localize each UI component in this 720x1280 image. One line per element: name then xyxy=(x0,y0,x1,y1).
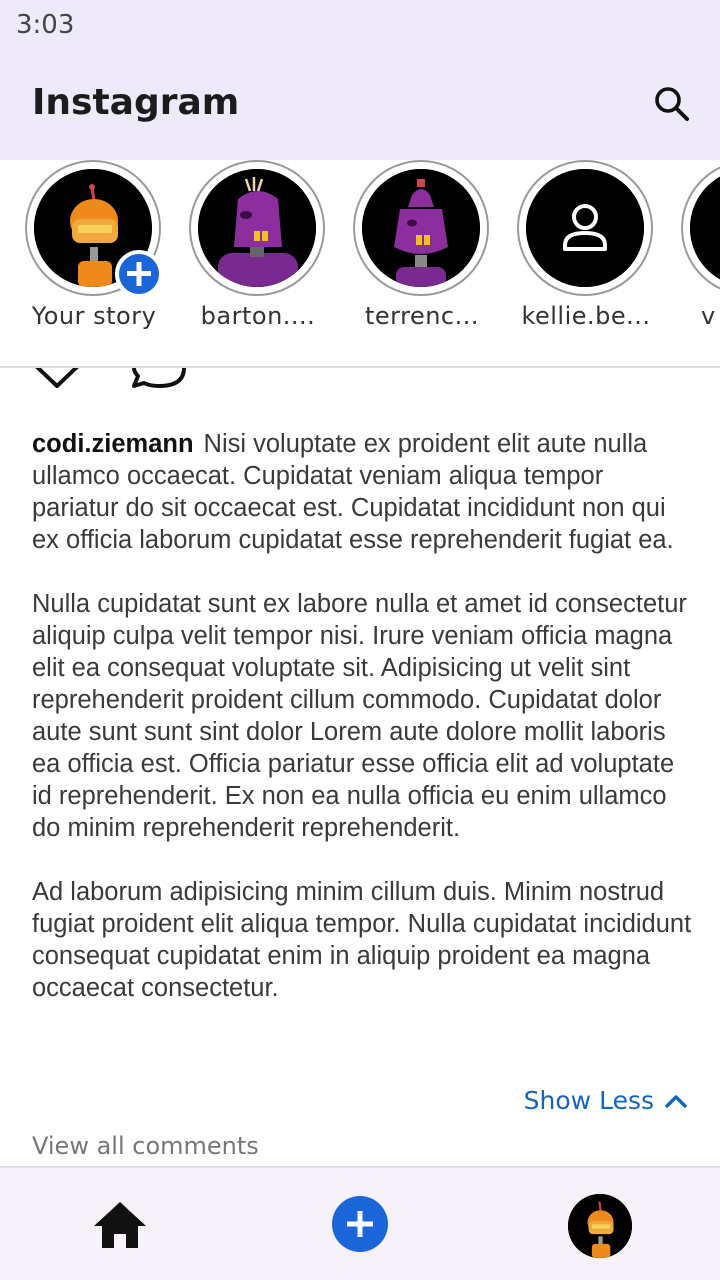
view-all-comments-link[interactable]: View all comments xyxy=(32,1132,259,1160)
post-username[interactable]: codi.ziemann xyxy=(32,430,194,458)
heart-icon[interactable] xyxy=(30,368,84,390)
story-avatar xyxy=(198,169,316,287)
chevron-up-icon xyxy=(665,1094,687,1108)
story-label: Your story xyxy=(31,302,157,330)
post-caption: codi.ziemann Nisi voluptate ex proident e… xyxy=(32,428,692,1036)
status-bar: 3:03 xyxy=(0,0,720,52)
home-icon[interactable] xyxy=(90,1198,150,1252)
person-icon xyxy=(526,169,644,287)
add-post-button[interactable] xyxy=(332,1196,388,1252)
add-icon xyxy=(347,1211,373,1237)
bottom-nav xyxy=(0,1166,720,1280)
show-less-button[interactable]: Show Less xyxy=(524,1086,688,1115)
search-icon[interactable] xyxy=(652,84,692,124)
add-story-badge[interactable] xyxy=(115,250,163,298)
like-count: 1 xyxy=(94,368,106,370)
show-less-label: Show Less xyxy=(523,1086,654,1115)
caption-paragraph: codi.ziemann Nisi voluptate ex proident e… xyxy=(32,428,692,556)
status-time: 3:03 xyxy=(16,10,75,40)
caption-paragraph: Ad laborum adipisicing minim cillum duis… xyxy=(32,878,692,1002)
story-label: terrenc... xyxy=(364,302,480,330)
story-label: v xyxy=(701,302,716,330)
caption-paragraph: Nulla cupidatat sunt ex labore nulla et … xyxy=(32,590,687,842)
stories-row: Your story barton.... terrenc... kellie.… xyxy=(0,160,720,366)
story-label: barton.... xyxy=(200,302,316,330)
profile-avatar[interactable] xyxy=(568,1194,632,1258)
post-actions: 1 xyxy=(30,368,230,388)
app-title: Instagram xyxy=(32,82,240,123)
story-label: kellie.be... xyxy=(521,302,651,330)
post-area: 1 codi.ziemannNisi voluptate ex proident… xyxy=(0,368,720,1166)
app-bar: Instagram xyxy=(0,52,720,160)
story-avatar xyxy=(362,169,480,287)
comment-icon[interactable] xyxy=(130,368,188,390)
